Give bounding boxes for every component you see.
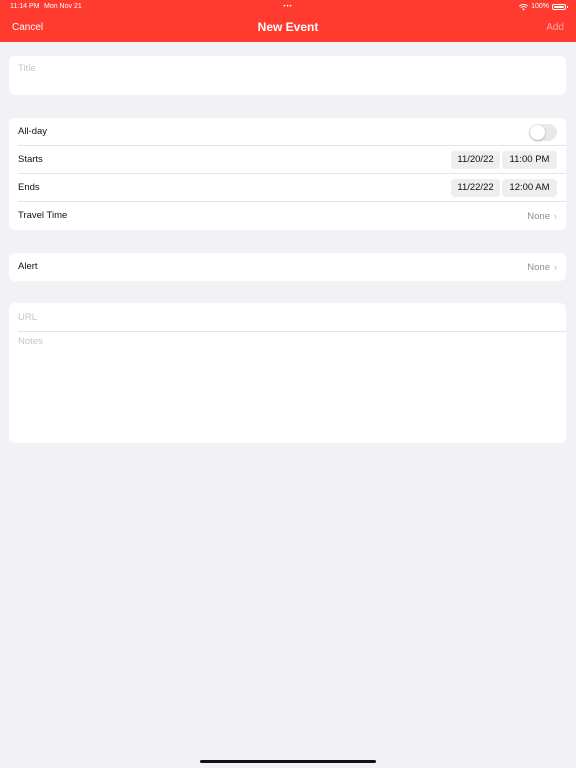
- starts-row: Starts 11/20/22 11:00 PM: [9, 146, 566, 174]
- add-button[interactable]: Add: [546, 21, 564, 35]
- ends-label: Ends: [18, 182, 40, 193]
- navigation-header: 11:14 PM Mon Nov 21 ••• 100% Cancel New …: [0, 0, 576, 42]
- alert-card: Alert None ›: [9, 253, 566, 281]
- alert-value: None: [527, 262, 550, 273]
- status-right: 100%: [519, 0, 568, 14]
- travel-time-row[interactable]: Travel Time None ›: [9, 202, 566, 230]
- ends-row: Ends 11/22/22 12:00 AM: [9, 174, 566, 202]
- chevron-right-icon: ›: [554, 262, 557, 272]
- title-card: [9, 56, 566, 95]
- wifi-icon: [519, 3, 529, 10]
- toggle-knob: [530, 125, 545, 140]
- event-details-card: All-day Starts 11/20/22 11:00 PM Ends 11…: [9, 118, 566, 230]
- alert-row[interactable]: Alert None ›: [9, 253, 566, 281]
- all-day-row: All-day: [9, 118, 566, 146]
- status-time: 11:14 PM: [10, 3, 40, 10]
- url-input[interactable]: [18, 310, 548, 324]
- notes-input[interactable]: [18, 336, 548, 436]
- alert-label: Alert: [18, 261, 38, 272]
- all-day-toggle[interactable]: [529, 124, 557, 141]
- page-title: New Event: [257, 20, 319, 34]
- alert-selector[interactable]: None ›: [527, 253, 557, 281]
- travel-time-value: None: [527, 211, 550, 222]
- status-bar: 11:14 PM Mon Nov 21 ••• 100%: [0, 0, 576, 14]
- multitasking-dots-icon[interactable]: •••: [280, 0, 296, 14]
- battery-icon: [552, 4, 568, 10]
- starts-date-button[interactable]: 11/20/22: [451, 151, 500, 169]
- travel-time-selector[interactable]: None ›: [527, 202, 557, 230]
- battery-percent: 100%: [531, 3, 549, 10]
- starts-label: Starts: [18, 154, 43, 165]
- all-day-label: All-day: [18, 126, 48, 137]
- chevron-right-icon: ›: [554, 211, 557, 221]
- starts-time-button[interactable]: 11:00 PM: [502, 151, 557, 169]
- travel-time-label: Travel Time: [18, 210, 68, 221]
- url-notes-card: [9, 303, 566, 443]
- ends-time-button[interactable]: 12:00 AM: [502, 179, 557, 197]
- status-date: Mon Nov 21: [44, 3, 82, 10]
- home-indicator[interactable]: [200, 760, 376, 763]
- title-input[interactable]: [18, 61, 548, 75]
- ends-date-button[interactable]: 11/22/22: [451, 179, 500, 197]
- divider: [18, 331, 566, 332]
